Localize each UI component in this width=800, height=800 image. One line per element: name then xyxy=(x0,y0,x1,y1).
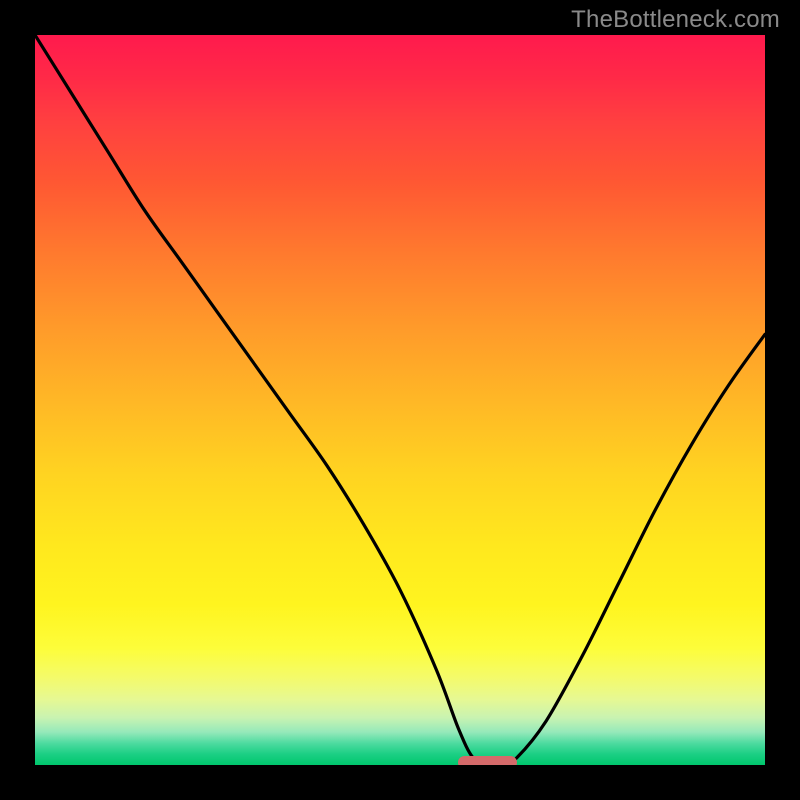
plot-area xyxy=(35,35,765,765)
curve-path xyxy=(35,35,765,765)
bottleneck-curve xyxy=(35,35,765,765)
chart-frame: TheBottleneck.com xyxy=(0,0,800,800)
optimal-range-marker xyxy=(458,756,516,765)
watermark-text: TheBottleneck.com xyxy=(571,6,780,34)
